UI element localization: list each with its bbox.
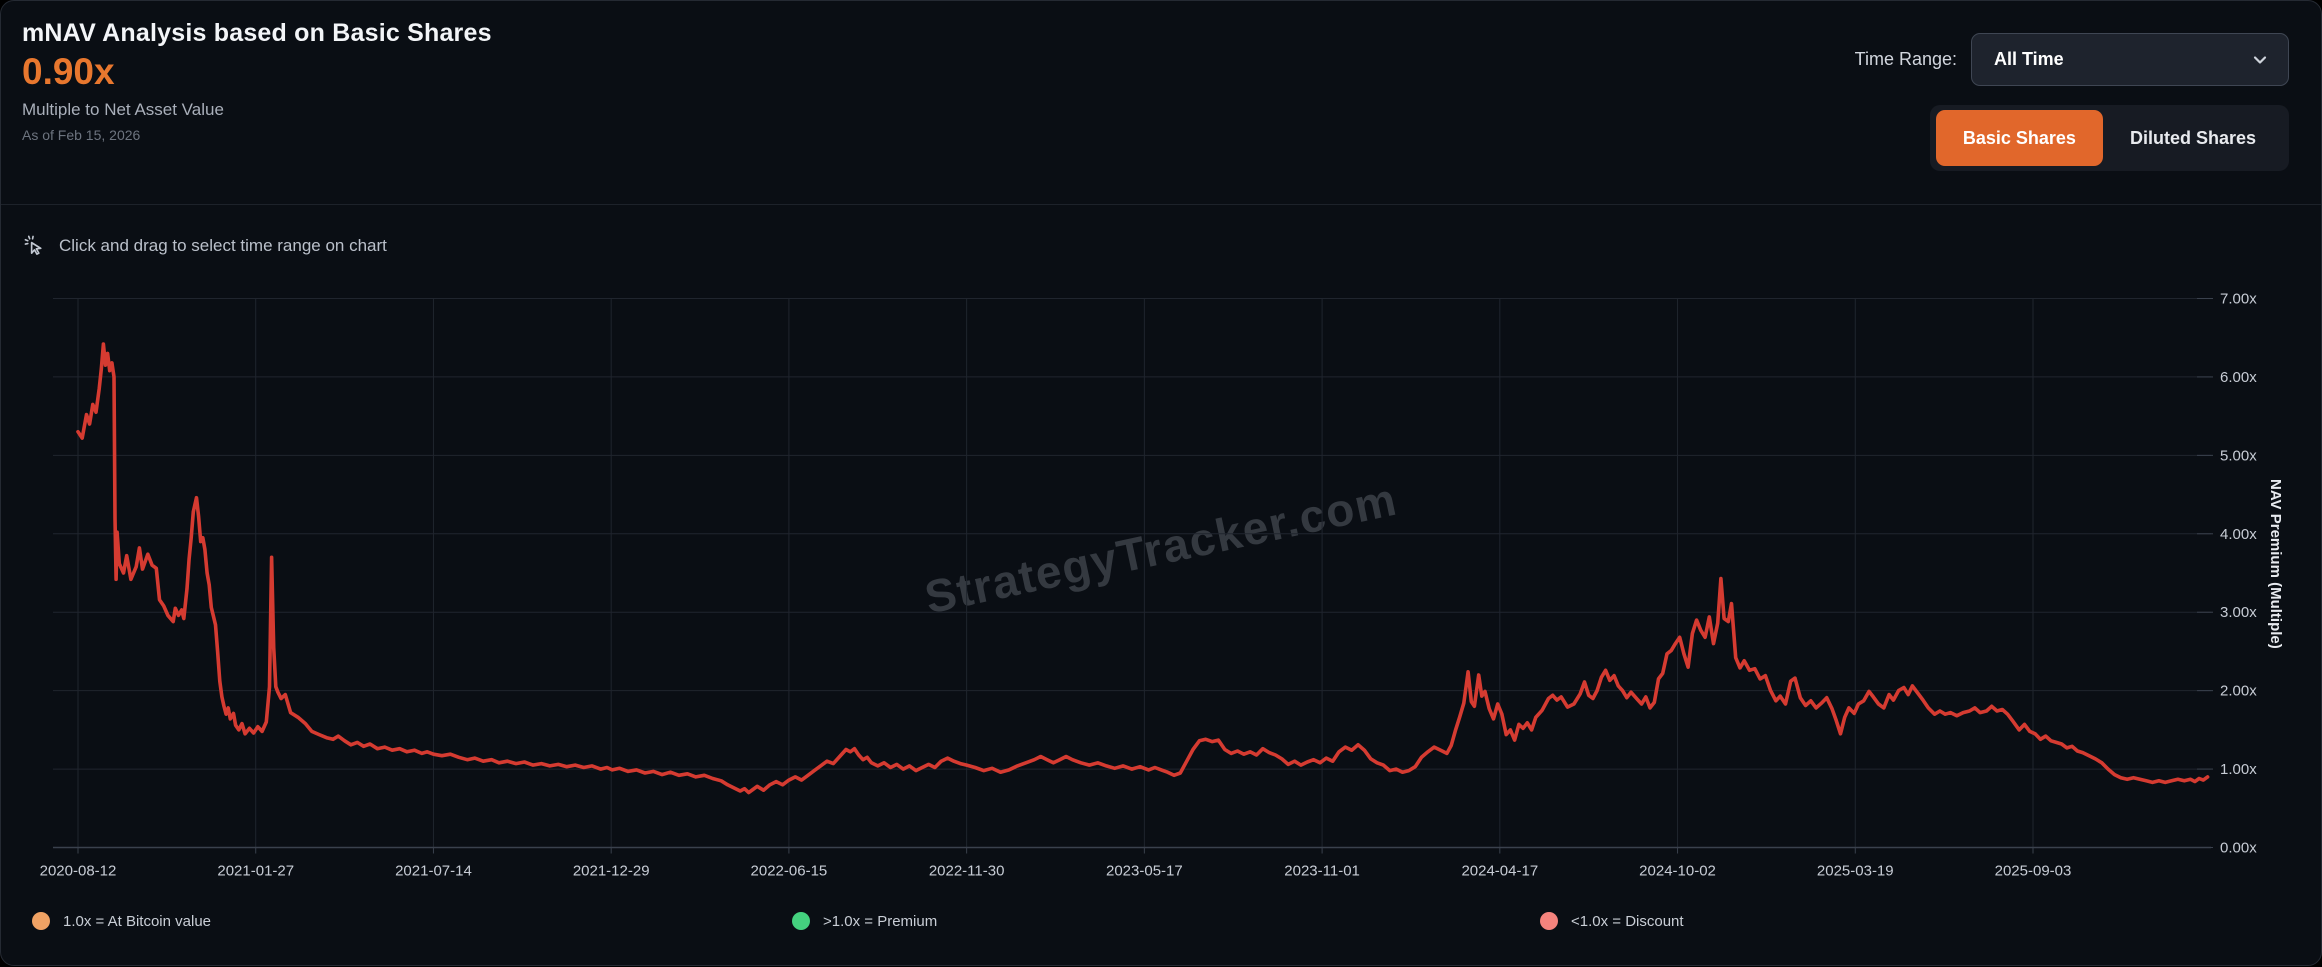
legend-label: 1.0x = At Bitcoin value [63,913,211,930]
legend-dot-green [792,912,810,930]
svg-text:2024-10-02: 2024-10-02 [1639,863,1716,880]
legend-label: <1.0x = Discount [1571,913,1684,930]
svg-text:2025-03-19: 2025-03-19 [1817,863,1894,880]
svg-text:2022-11-30: 2022-11-30 [929,863,1005,880]
svg-text:2020-08-12: 2020-08-12 [40,863,117,880]
svg-text:4.00x: 4.00x [2220,526,2257,543]
mnav-chart[interactable]: StrategyTracker.com 0.00x1.00x2.00x3.00x… [1,1,2321,965]
svg-text:2023-11-01: 2023-11-01 [1284,863,1360,880]
svg-text:3.00x: 3.00x [2220,604,2257,621]
svg-text:2021-07-14: 2021-07-14 [395,863,472,880]
svg-text:2022-06-15: 2022-06-15 [751,863,828,880]
svg-text:6.00x: 6.00x [2220,369,2257,386]
legend-item-premium: >1.0x = Premium [792,912,937,930]
svg-text:2023-05-17: 2023-05-17 [1106,863,1183,880]
svg-text:7.00x: 7.00x [2220,291,2257,308]
svg-text:2024-04-17: 2024-04-17 [1461,863,1538,880]
svg-text:5.00x: 5.00x [2220,447,2257,464]
svg-text:0.00x: 0.00x [2220,840,2257,857]
chart-canvas[interactable]: 0.00x 1.00x 2.00x 3.00x 4.00x 5.00x 6.00x 7.00x… [1,1,2322,967]
y-axis-title: NAV Premium (Multiple) [2267,479,2284,649]
legend-label: >1.0x = Premium [823,913,937,930]
legend-item-discount: <1.0x = Discount [1540,912,1684,930]
mnav-card: mNAV Analysis based on Basic Shares 0.90… [0,0,2322,966]
svg-text:2021-12-29: 2021-12-29 [573,863,650,880]
svg-text:1.00x: 1.00x [2220,761,2257,778]
legend-item-at-value: 1.0x = At Bitcoin value [32,912,211,930]
svg-text:2.00x: 2.00x [2220,683,2257,700]
legend-dot-orange [32,912,50,930]
legend-dot-red [1540,912,1558,930]
svg-text:2021-01-27: 2021-01-27 [217,863,294,880]
svg-text:2025-09-03: 2025-09-03 [1995,863,2072,880]
